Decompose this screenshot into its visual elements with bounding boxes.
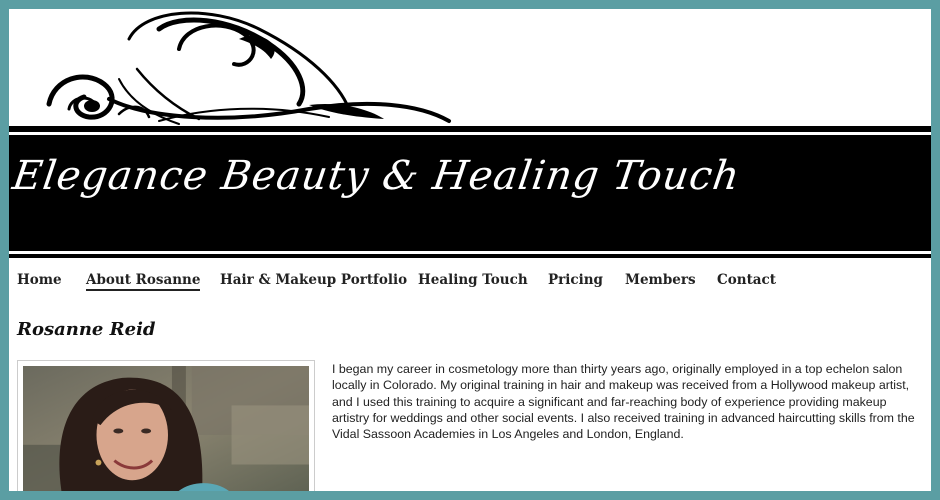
header-rule-bottom: [9, 254, 931, 258]
nav-item-home[interactable]: Home: [17, 272, 62, 288]
page-frame: Elegance Beauty & Healing Touch Home Abo…: [9, 9, 931, 491]
header-rule-top: [9, 126, 931, 132]
nav-item-contact[interactable]: Contact: [717, 272, 776, 288]
nav-item-pricing[interactable]: Pricing: [548, 272, 603, 288]
portrait-photo: [23, 366, 309, 491]
bio-paragraph: I began my career in cosmetology more th…: [332, 362, 915, 442]
decorative-flourish: [46, 11, 451, 125]
site-title[interactable]: Elegance Beauty & Healing Touch: [10, 153, 743, 199]
header-banner: Elegance Beauty & Healing Touch: [9, 135, 931, 251]
nav-item-healing-touch[interactable]: Healing Touch: [418, 272, 528, 288]
nav-item-members[interactable]: Members: [625, 272, 696, 288]
nav-item-about-rosanne[interactable]: About Rosanne: [86, 272, 201, 291]
page-title: Rosanne Reid: [17, 319, 156, 340]
nav-item-portfolio[interactable]: Hair & Makeup Portfolio: [220, 272, 407, 288]
portrait-photo-frame: [17, 360, 315, 491]
